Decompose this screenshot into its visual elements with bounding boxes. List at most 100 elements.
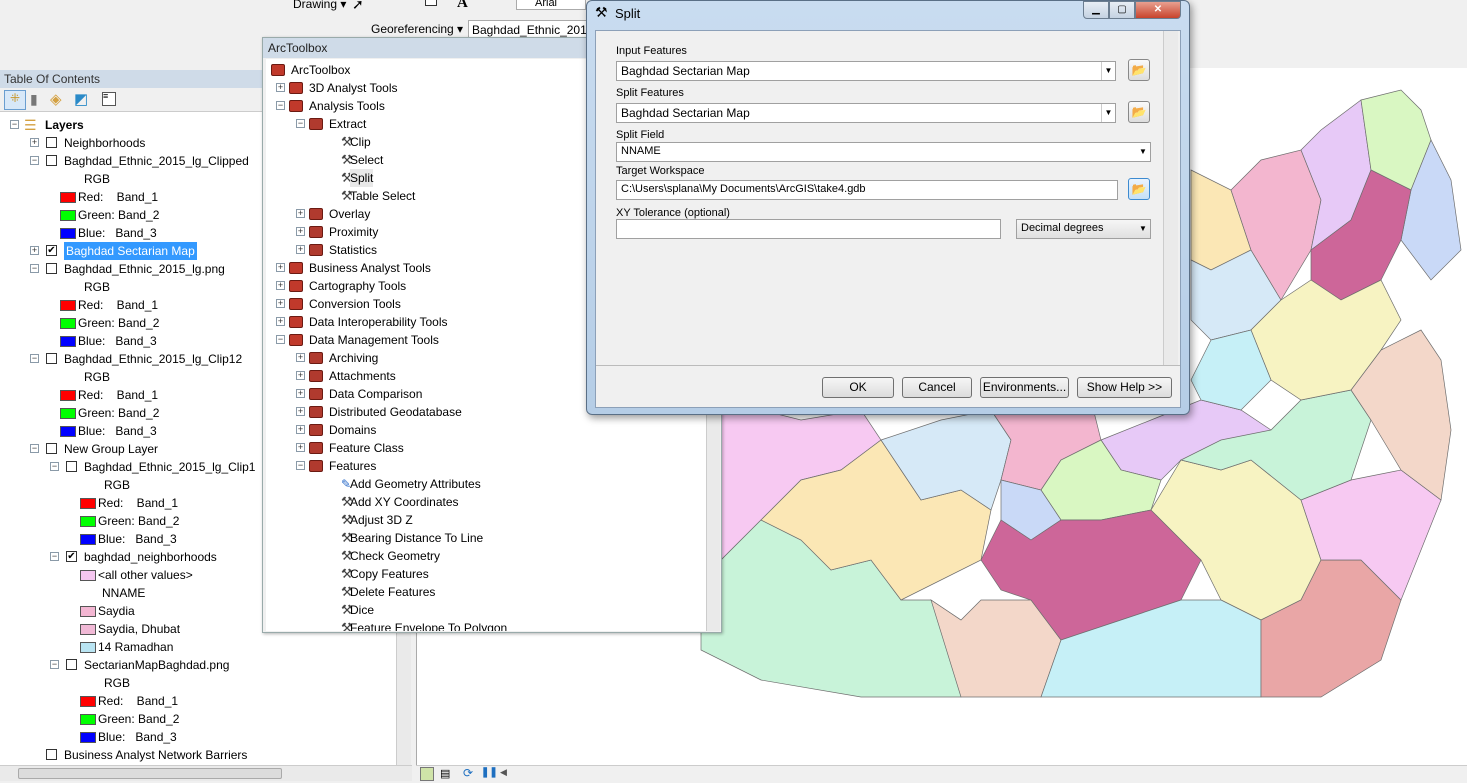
toolbox-row[interactable]: ⚒ Feature Envelope To Polygon (266, 619, 706, 631)
show-help-button[interactable]: Show Help >> (1077, 377, 1172, 398)
georeferencing-menu[interactable]: Georeferencing ▾ (371, 22, 463, 36)
toolbox-row[interactable]: − Features (266, 457, 706, 475)
toc-row[interactable]: Red: Band_1 (0, 692, 396, 710)
rectangle-icon[interactable] (425, 0, 437, 6)
toolbox-row[interactable]: ⚒ Bearing Distance To Line (266, 529, 706, 547)
georef-layer-combo[interactable]: Baghdad_Ethnic_2015 (468, 20, 588, 38)
dropdown-arrow-icon[interactable]: ▼ (1136, 220, 1150, 238)
map-status-bar: ▤ ⟳ ❚❚ ◀ (416, 765, 1467, 783)
scroll-thumb[interactable] (18, 768, 282, 779)
list-by-drawing-order-icon[interactable]: ⁜ (4, 90, 26, 110)
toolbox-row[interactable]: ⚒ Adjust 3D Z (266, 511, 706, 529)
environments-button[interactable]: Environments... (980, 377, 1069, 398)
xy-units-select[interactable]: Decimal degrees ▼ (1016, 219, 1151, 239)
browse-folder-icon[interactable]: 📂 (1128, 59, 1150, 81)
checkbox-checked[interactable]: ✔ (66, 551, 77, 562)
checkbox[interactable] (46, 749, 57, 760)
checkbox[interactable] (66, 461, 77, 472)
toolbox-row[interactable]: ⚒ Add XY Coordinates (266, 493, 706, 511)
font-combo[interactable]: Arial (516, 0, 586, 10)
minimize-button[interactable]: ▁ (1083, 1, 1109, 19)
expand-icon[interactable]: + (276, 317, 285, 326)
maximize-button[interactable]: ▢ (1109, 1, 1135, 19)
dropdown-arrow-icon[interactable]: ▼ (1136, 143, 1150, 161)
checkbox[interactable] (46, 155, 57, 166)
select-elements-icon[interactable]: ➚ (352, 0, 364, 13)
scroll-left-icon[interactable]: ◀ (500, 767, 507, 778)
collapse-icon[interactable]: − (30, 264, 39, 273)
cancel-button[interactable]: Cancel (902, 377, 972, 398)
expand-icon[interactable]: + (296, 443, 305, 452)
checkbox[interactable] (66, 659, 77, 670)
toolbox-row[interactable]: ✎ Add Geometry Attributes (266, 475, 706, 493)
checkbox[interactable] (46, 353, 57, 364)
input-features-combo[interactable]: Baghdad Sectarian Map ▼ (616, 61, 1116, 81)
drawing-label: Drawing (293, 0, 338, 11)
toolbox-row[interactable]: + Domains (266, 421, 706, 439)
collapse-icon[interactable]: − (50, 552, 59, 561)
list-by-source-icon[interactable]: ▮ (30, 91, 38, 108)
expand-icon[interactable]: + (276, 263, 285, 272)
checkbox[interactable] (46, 443, 57, 454)
expand-icon[interactable]: + (296, 227, 305, 236)
expand-icon[interactable]: + (296, 389, 305, 398)
refresh-icon[interactable]: ⟳ (463, 766, 473, 780)
expand-icon[interactable]: + (276, 299, 285, 308)
collapse-icon[interactable]: − (296, 461, 305, 470)
collapse-icon[interactable]: − (276, 101, 285, 110)
expand-icon[interactable]: + (276, 281, 285, 290)
list-by-selection-icon[interactable]: ◩ (74, 90, 88, 108)
toc-horizontal-scrollbar[interactable] (0, 765, 412, 781)
browse-folder-icon[interactable]: 📂 (1128, 101, 1150, 123)
expand-icon[interactable]: + (296, 407, 305, 416)
dialog-scrollbar[interactable] (1163, 31, 1178, 365)
toolbox-row[interactable]: ⚒ Check Geometry (266, 547, 706, 565)
collapse-icon[interactable]: − (10, 120, 19, 129)
expand-icon[interactable]: + (30, 138, 39, 147)
toolbox-row[interactable]: ⚒ Delete Features (266, 583, 706, 601)
layout-view-icon[interactable]: ▤ (440, 767, 450, 780)
text-icon[interactable]: A (457, 0, 468, 12)
expand-icon[interactable]: + (296, 245, 305, 254)
expand-icon[interactable]: + (296, 425, 305, 434)
toc-row[interactable]: Business Analyst Network Barriers (0, 746, 396, 764)
xy-tolerance-input[interactable] (616, 219, 1001, 239)
dropdown-arrow-icon[interactable]: ▼ (1101, 62, 1115, 80)
collapse-icon[interactable]: − (30, 354, 39, 363)
collapse-icon[interactable]: − (296, 119, 305, 128)
toc-row[interactable]: Blue: Band_3 (0, 728, 396, 746)
expand-icon[interactable]: + (30, 246, 39, 255)
toolbox-row[interactable]: ⚒ Dice (266, 601, 706, 619)
collapse-icon[interactable]: − (30, 156, 39, 165)
ok-button[interactable]: OK (822, 377, 894, 398)
dropdown-arrow-icon[interactable]: ▼ (1101, 104, 1115, 122)
browse-folder-icon[interactable]: 📂 (1128, 178, 1150, 200)
layer-label: Baghdad_Ethnic_2015_lg_Clip12 (64, 352, 243, 366)
toolbox-row[interactable]: + Feature Class (266, 439, 706, 457)
split-field-combo[interactable]: NNAME ▼ (616, 142, 1151, 162)
expand-icon[interactable]: + (276, 83, 285, 92)
options-icon[interactable]: ≡ (102, 92, 116, 106)
toc-row[interactable]: 14 Ramadhan (0, 638, 396, 656)
split-features-combo[interactable]: Baghdad Sectarian Map ▼ (616, 103, 1116, 123)
collapse-icon[interactable]: − (276, 335, 285, 344)
target-workspace-input[interactable]: C:\Users\splana\My Documents\ArcGIS\take… (616, 180, 1118, 200)
close-button[interactable]: ✕ (1135, 1, 1181, 19)
list-by-visibility-icon[interactable]: ◈ (50, 90, 62, 108)
drawing-menu[interactable]: Drawing ▾ (293, 0, 346, 11)
toc-row[interactable]: Green: Band_2 (0, 710, 396, 728)
checkbox-checked[interactable]: ✔ (46, 245, 57, 256)
collapse-icon[interactable]: − (50, 660, 59, 669)
checkbox[interactable] (46, 263, 57, 274)
checkbox[interactable] (46, 137, 57, 148)
collapse-icon[interactable]: − (50, 462, 59, 471)
expand-icon[interactable]: + (296, 209, 305, 218)
expand-icon[interactable]: + (296, 371, 305, 380)
data-view-icon[interactable] (420, 767, 434, 781)
toc-row[interactable]: RGB (0, 674, 396, 692)
expand-icon[interactable]: + (296, 353, 305, 362)
pause-drawing-icon[interactable]: ❚❚ (481, 767, 498, 778)
collapse-icon[interactable]: − (30, 444, 39, 453)
toc-row[interactable]: − SectarianMapBaghdad.png (0, 656, 396, 674)
toolbox-row[interactable]: ⚒ Copy Features (266, 565, 706, 583)
